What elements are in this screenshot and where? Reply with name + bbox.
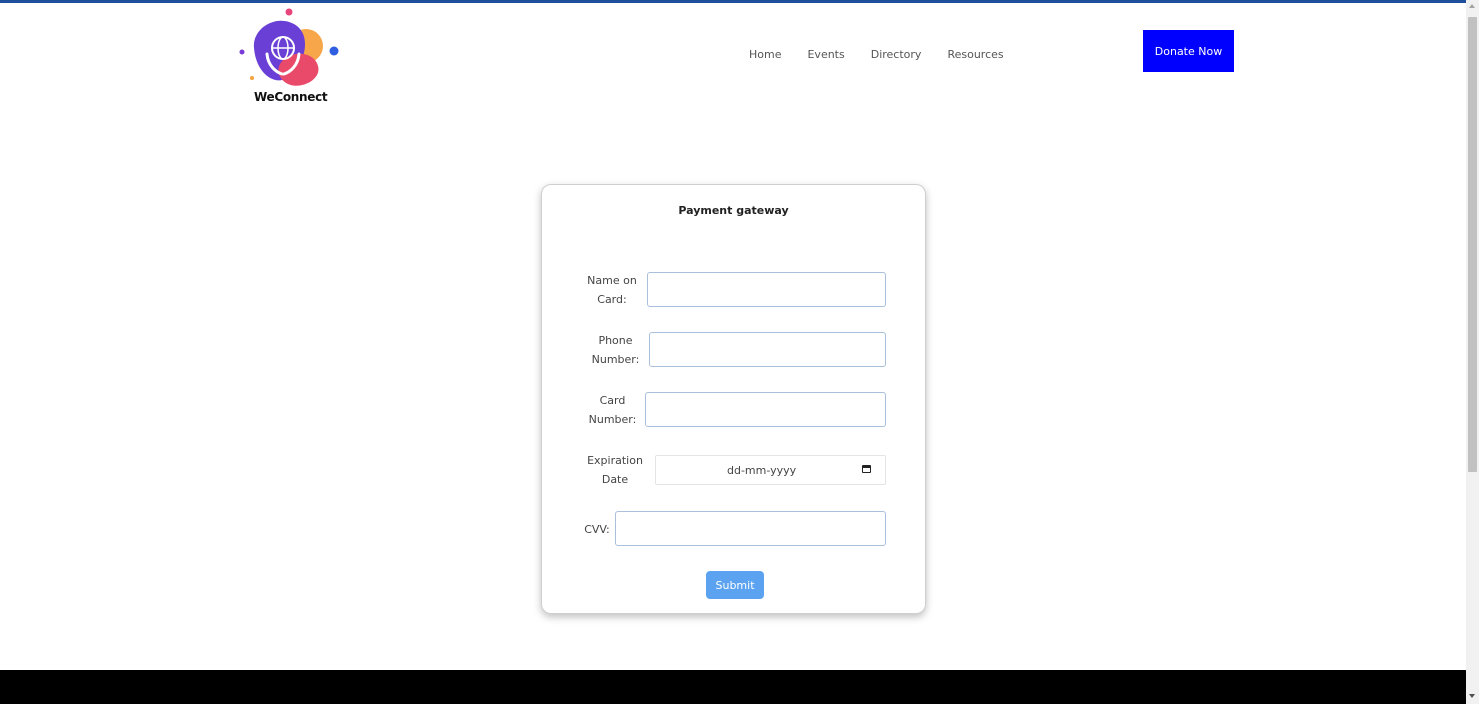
form-title: Payment gateway — [678, 204, 789, 217]
nav-item-directory[interactable]: Directory — [871, 48, 922, 61]
expiration-date-label: Expiration Date — [580, 451, 650, 489]
nav-item-home[interactable]: Home — [749, 48, 781, 61]
brand-name: WeConnect — [254, 90, 328, 104]
scrollbar-thumb[interactable] — [1468, 17, 1477, 472]
scroll-down-arrow-icon[interactable] — [1469, 694, 1475, 698]
nav-item-events[interactable]: Events — [807, 48, 844, 61]
cvv-label: CVV: — [584, 523, 610, 536]
phone-number-label-line2: Number: — [591, 353, 640, 366]
name-on-card-label-line2: Card: — [597, 293, 627, 306]
vertical-scrollbar[interactable] — [1466, 0, 1479, 704]
payment-form-card: Payment gateway Name on Card: Phone Numb… — [541, 184, 926, 614]
brand-logo[interactable]: WeConnect — [236, 6, 356, 106]
footer — [0, 670, 1466, 704]
expiration-date-input[interactable]: dd-mm-yyyy — [655, 455, 886, 485]
card-number-label-line1: Card — [599, 394, 626, 407]
donate-now-button[interactable]: Donate Now — [1143, 30, 1234, 72]
name-on-card-input[interactable] — [647, 272, 886, 307]
card-number-label-line2: Number: — [588, 413, 637, 426]
card-number-label: Card Number: — [582, 391, 643, 429]
expiration-date-label-line1: Expiration — [587, 454, 643, 467]
nav-item-resources[interactable]: Resources — [947, 48, 1003, 61]
submit-button[interactable]: Submit — [706, 571, 764, 599]
phone-number-label-line1: Phone — [598, 334, 633, 347]
globe-in-hands-icon — [239, 8, 339, 86]
name-on-card-label: Name on Card: — [580, 271, 644, 309]
main-nav: Home Events Directory Resources — [749, 48, 1030, 61]
card-number-input[interactable] — [645, 392, 886, 427]
calendar-icon[interactable] — [862, 465, 871, 473]
expiration-date-label-line2: Date — [601, 473, 629, 486]
top-border — [0, 0, 1466, 3]
name-on-card-label-line1: Name on — [587, 274, 637, 287]
scroll-up-arrow-icon[interactable] — [1469, 4, 1475, 8]
expiration-date-placeholder: dd-mm-yyyy — [727, 464, 797, 477]
phone-number-label: Phone Number: — [584, 331, 647, 369]
cvv-input[interactable] — [615, 511, 886, 546]
phone-number-input[interactable] — [649, 332, 886, 367]
